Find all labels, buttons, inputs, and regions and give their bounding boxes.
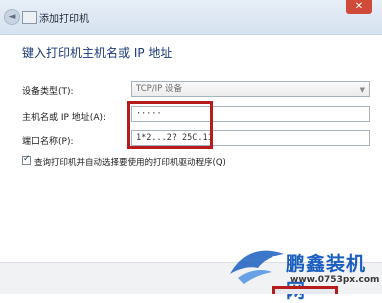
auto-driver-label[interactable]: 查询打印机并自动选择要使用的打印机驱动程序(Q) [34, 156, 226, 168]
watermark-url: www.0753px.com [290, 275, 380, 285]
checkmark-icon: ✓ [23, 154, 31, 164]
window-title: 添加打印机 [39, 14, 89, 25]
highlight-box [127, 101, 213, 149]
chevron-down-icon: ▼ [359, 86, 365, 94]
page-heading: 键入打印机主机名或 IP 地址 [22, 46, 173, 60]
port-name-label: 端口名称(P): [22, 137, 74, 147]
close-button[interactable]: ✕ [346, 0, 372, 14]
hostname-label: 主机名或 IP 地址(A): [22, 113, 107, 123]
auto-driver-checkbox[interactable]: ✓ [22, 154, 31, 165]
back-arrow-icon[interactable]: ◄ [4, 9, 20, 25]
device-type-select[interactable]: TCP/IP 设备 ▼ [131, 81, 370, 97]
printer-icon [22, 11, 37, 24]
eagle-logo-icon [230, 250, 284, 284]
title-bar: ◄ 添加打印机 ✕ [0, 0, 382, 35]
device-type-value: TCP/IP 设备 [136, 84, 182, 94]
device-type-label: 设备类型(T): [22, 87, 74, 97]
